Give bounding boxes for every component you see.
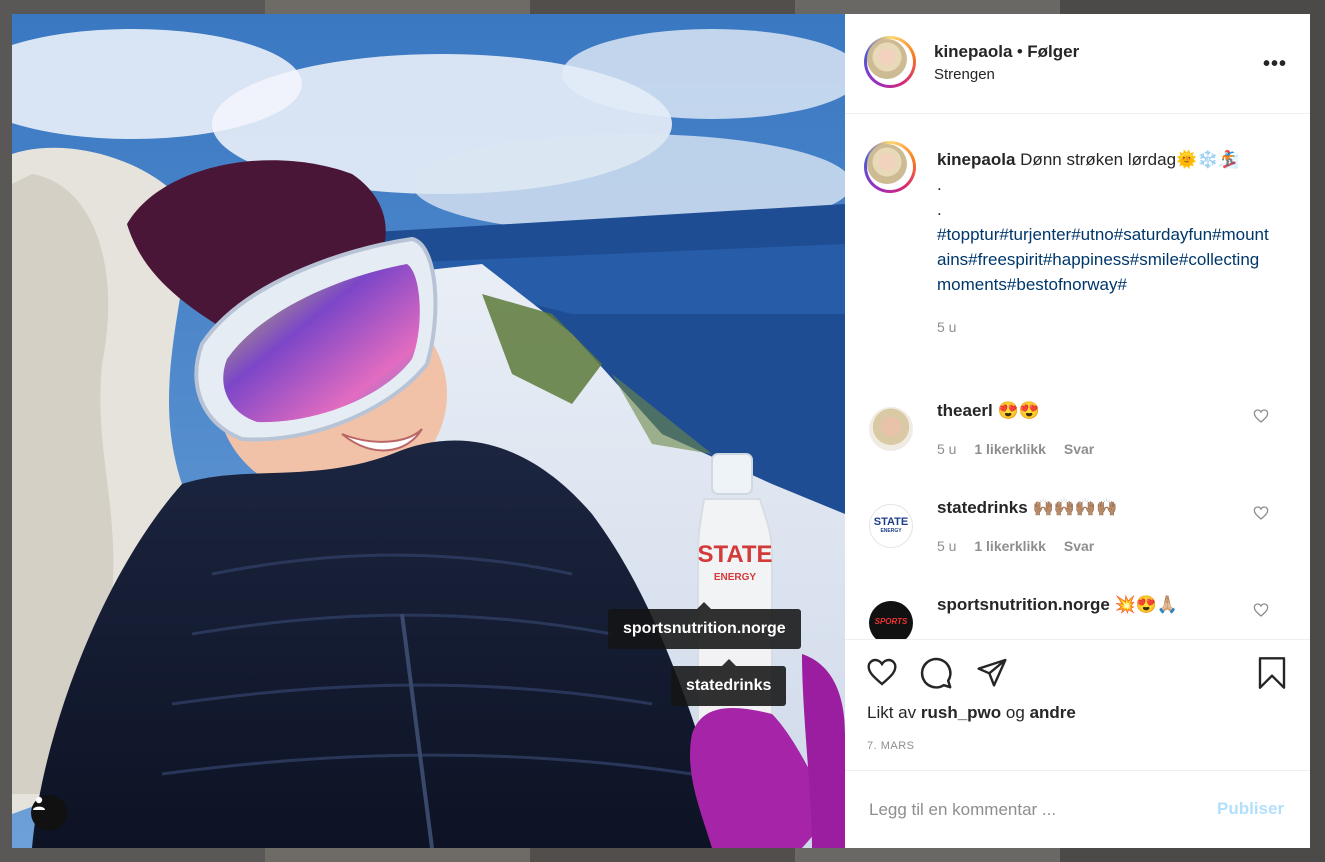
photo-tag-sportsnutrition[interactable]: sportsnutrition.norge (608, 602, 801, 649)
comment-icon[interactable] (919, 656, 953, 690)
bottle-sub-text: ENERGY (714, 572, 757, 583)
author-avatar[interactable] (864, 36, 916, 88)
post-location[interactable]: Strengen (934, 66, 995, 83)
small-heart-icon[interactable] (1253, 505, 1269, 521)
comment-username[interactable]: theaerl (937, 401, 993, 420)
more-icon[interactable]: ••• (1263, 53, 1287, 76)
caption-text: Dønn strøken lørdag🌞❄️🏂 (1020, 150, 1240, 169)
comment-time[interactable]: 5 u (937, 538, 956, 554)
caption-hashtags[interactable]: #topptur#turjenter#utno#saturdayfun#moun… (937, 222, 1272, 297)
photo-illustration: STATE ENERGY (12, 14, 845, 848)
comment-username[interactable]: statedrinks (937, 498, 1028, 517)
likes-others[interactable]: andre (1030, 703, 1076, 722)
user-tag-button[interactable] (31, 795, 67, 831)
caption-dot: . (937, 200, 942, 219)
comment-text: 💥😍🙏🏼 (1114, 595, 1179, 614)
comment-reply-button[interactable]: Svar (1064, 538, 1094, 554)
comment-reply-button[interactable]: Svar (1064, 441, 1094, 457)
comment-row: theaerl 😍😍 5 u 1 likerklikk Svar (845, 394, 1310, 484)
comment-input[interactable] (867, 795, 1201, 825)
post-modal: STATE ENERGY sportsnutrition.norge state… (12, 14, 1310, 848)
comment-likes[interactable]: 1 likerklikk (974, 538, 1046, 554)
header-separator: • (1016, 42, 1023, 61)
photo-tag-statedrinks[interactable]: statedrinks (671, 659, 787, 706)
sportsnutrition-avatar-text: SPORTS (874, 617, 908, 626)
comment-avatar[interactable]: SPORTS (869, 601, 913, 639)
bottle-brand-text: STATE (697, 541, 772, 568)
follow-status-button[interactable]: Følger (1027, 42, 1079, 61)
share-icon[interactable] (975, 656, 1009, 688)
caption: kinepaola Dønn strøken lørdag🌞❄️🏂 . . #t… (937, 147, 1272, 340)
comment-text: 🙌🏽🙌🏽🙌🏽🙌🏽 (1032, 498, 1118, 517)
comments-list[interactable]: kinepaola Dønn strøken lørdag🌞❄️🏂 . . #t… (845, 114, 1310, 640)
comment-text: 😍😍 (997, 401, 1040, 420)
heart-icon[interactable] (865, 656, 899, 688)
bookmark-icon[interactable] (1256, 655, 1288, 691)
user-tag-icon (33, 796, 45, 810)
likes-prefix: Likt av (867, 703, 917, 722)
author-username[interactable]: kinepaola (934, 42, 1012, 61)
post-actions: Likt av rush_pwo og andre 7. MARS (845, 640, 1310, 771)
post-side-panel: kinepaola • Følger Strengen ••• kinepaol… (845, 14, 1310, 848)
likes-summary: Likt av rush_pwo og andre (867, 703, 1076, 723)
comment-avatar[interactable] (869, 407, 913, 451)
post-photo[interactable]: STATE ENERGY sportsnutrition.norge state… (12, 14, 845, 848)
likes-mid: og (1005, 703, 1025, 722)
statedrinks-avatar-subtext: ENERGY (880, 528, 902, 534)
post-date[interactable]: 7. MARS (867, 740, 915, 752)
caption-dot: . (937, 175, 942, 194)
comment-avatar[interactable]: STATE ENERGY (869, 504, 913, 548)
likes-user[interactable]: rush_pwo (921, 703, 1001, 722)
comment-meta: 5 u 1 likerklikk Svar (937, 441, 1108, 457)
author-line: kinepaola • Følger (934, 42, 1079, 62)
publish-button[interactable]: Publiser (1217, 799, 1284, 819)
small-heart-icon[interactable] (1253, 408, 1269, 424)
caption-username[interactable]: kinepaola (937, 150, 1015, 169)
add-comment-bar: Publiser (845, 771, 1310, 848)
comment-body: statedrinks 🙌🏽🙌🏽🙌🏽🙌🏽 (937, 498, 1117, 518)
comment-likes[interactable]: 1 likerklikk (974, 441, 1046, 457)
comment-username[interactable]: sportsnutrition.norge (937, 595, 1110, 614)
comment-body: sportsnutrition.norge 💥😍🙏🏼 (937, 595, 1178, 615)
caption-time[interactable]: 5 u (937, 315, 1272, 340)
small-heart-icon[interactable] (1253, 602, 1269, 618)
post-header: kinepaola • Følger Strengen ••• (845, 14, 1310, 114)
comment-row: SPORTS sportsnutrition.norge 💥😍🙏🏼 (845, 588, 1310, 639)
comment-row: STATE ENERGY statedrinks 🙌🏽🙌🏽🙌🏽🙌🏽 5 u 1 … (845, 491, 1310, 581)
comment-meta: 5 u 1 likerklikk Svar (937, 538, 1108, 554)
statedrinks-avatar-text: STATE (873, 516, 909, 528)
comment-time[interactable]: 5 u (937, 441, 956, 457)
comment-body: theaerl 😍😍 (937, 401, 1040, 421)
caption-avatar[interactable] (864, 141, 916, 193)
